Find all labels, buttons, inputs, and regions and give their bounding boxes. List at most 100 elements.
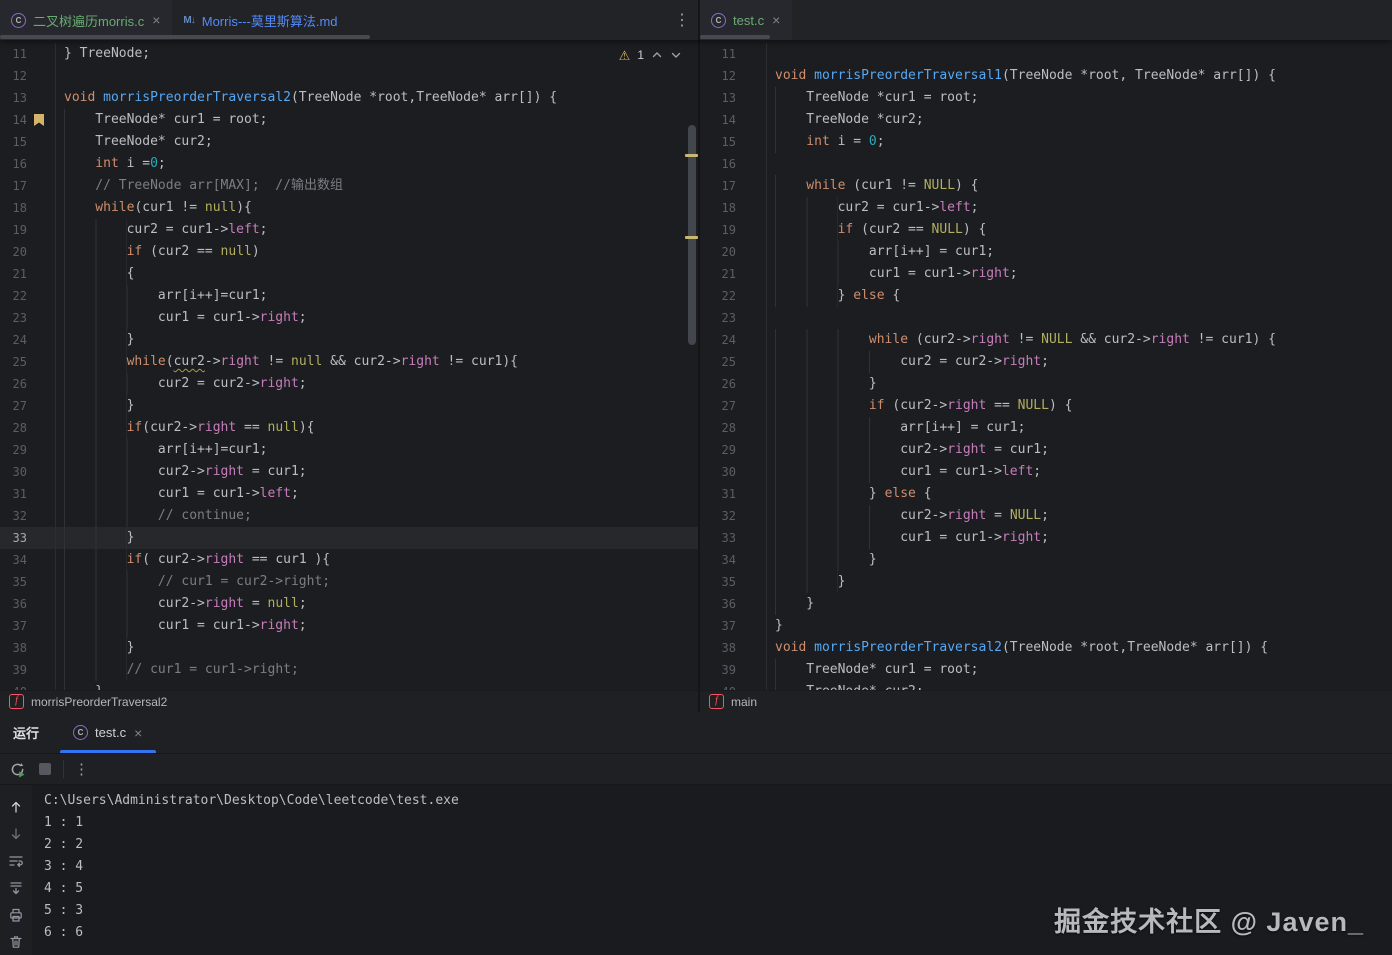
line-number[interactable]: 16	[0, 153, 27, 175]
code-line[interactable]: 16int i =0;	[0, 153, 698, 175]
code-line[interactable]: 37}	[700, 615, 1392, 637]
line-number[interactable]: 19	[0, 219, 27, 241]
line-number[interactable]: 13	[700, 87, 736, 109]
code-line[interactable]: 29cur2->right = cur1;	[700, 439, 1392, 461]
line-number[interactable]: 19	[700, 219, 736, 241]
more-icon[interactable]: ⋮	[74, 760, 89, 778]
close-icon[interactable]: ×	[133, 726, 143, 740]
line-number[interactable]: 18	[700, 197, 736, 219]
line-number[interactable]: 40	[700, 681, 736, 690]
code-line[interactable]: 24}	[0, 329, 698, 351]
line-number[interactable]: 37	[700, 615, 736, 637]
line-number[interactable]: 29	[700, 439, 736, 461]
code-line[interactable]: 18cur2 = cur1->left;	[700, 197, 1392, 219]
breadcrumb-right[interactable]: f main	[700, 691, 757, 712]
line-number[interactable]: 40	[0, 681, 27, 690]
line-number[interactable]: 12	[700, 65, 736, 87]
code-line[interactable]: 24while (cur2->right != NULL && cur2->ri…	[700, 329, 1392, 351]
bookmark-icon[interactable]	[33, 113, 45, 127]
code-line[interactable]: 35// cur1 = cur2->right;	[0, 571, 698, 593]
code-area-right[interactable]: 1112void morrisPreorderTraversal1(TreeNo…	[700, 40, 1392, 690]
code-line[interactable]: 38void morrisPreorderTraversal2(TreeNode…	[700, 637, 1392, 659]
code-line[interactable]: 30cur2->right = cur1;	[0, 461, 698, 483]
line-number[interactable]: 11	[0, 43, 27, 65]
code-line[interactable]: 40TreeNode* cur2;	[700, 681, 1392, 690]
code-line[interactable]: 12	[0, 65, 698, 87]
close-icon[interactable]: ×	[771, 13, 781, 27]
line-number[interactable]: 35	[0, 571, 27, 593]
code-line[interactable]: 34}	[700, 549, 1392, 571]
code-line[interactable]: 18while(cur1 != null){	[0, 197, 698, 219]
code-line[interactable]: 21{	[0, 263, 698, 285]
line-number[interactable]: 38	[700, 637, 736, 659]
line-number[interactable]: 14	[0, 109, 27, 131]
tab-scrollbar[interactable]	[0, 35, 370, 39]
code-line[interactable]: 22} else {	[700, 285, 1392, 307]
line-number[interactable]: 23	[700, 307, 736, 329]
line-number[interactable]: 20	[0, 241, 27, 263]
code-line[interactable]: 26cur2 = cur2->right;	[0, 373, 698, 395]
code-line[interactable]: 22arr[i++]=cur1;	[0, 285, 698, 307]
line-number[interactable]: 25	[700, 351, 736, 373]
code-line[interactable]: 11} TreeNode;	[0, 43, 698, 65]
code-line[interactable]: 34if( cur2->right == cur1 ){	[0, 549, 698, 571]
line-number[interactable]: 30	[0, 461, 27, 483]
print-icon[interactable]	[8, 907, 24, 923]
code-line[interactable]: 39TreeNode* cur1 = root;	[700, 659, 1392, 681]
more-icon[interactable]: ⋮	[674, 10, 690, 30]
code-line[interactable]: 13TreeNode *cur1 = root;	[700, 87, 1392, 109]
line-number[interactable]: 26	[0, 373, 27, 395]
inspection-widget[interactable]: ⚠ 1	[619, 48, 682, 62]
code-line[interactable]: 31cur1 = cur1->left;	[0, 483, 698, 505]
breadcrumb-left[interactable]: f morrisPreorderTraversal2	[0, 691, 700, 712]
code-line[interactable]: 20if (cur2 == null)	[0, 241, 698, 263]
line-number[interactable]: 37	[0, 615, 27, 637]
code-line[interactable]: 11	[700, 43, 1392, 65]
line-number[interactable]: 32	[700, 505, 736, 527]
line-number[interactable]: 22	[700, 285, 736, 307]
code-line[interactable]: 13void morrisPreorderTraversal2(TreeNode…	[0, 87, 698, 109]
code-line[interactable]: 30cur1 = cur1->left;	[700, 461, 1392, 483]
code-area-left[interactable]: 11} TreeNode;1213void morrisPreorderTrav…	[0, 40, 698, 690]
code-line[interactable]: 40}	[0, 681, 698, 690]
code-line[interactable]: 19if (cur2 == NULL) {	[700, 219, 1392, 241]
line-number[interactable]: 16	[700, 153, 736, 175]
code-line[interactable]: 32cur2->right = NULL;	[700, 505, 1392, 527]
line-number[interactable]: 24	[700, 329, 736, 351]
editor-pane-right[interactable]: 1112void morrisPreorderTraversal1(TreeNo…	[700, 40, 1392, 690]
line-number[interactable]: 17	[0, 175, 27, 197]
chevron-down-icon[interactable]	[670, 49, 682, 61]
line-number[interactable]: 15	[0, 131, 27, 153]
line-number[interactable]: 38	[0, 637, 27, 659]
line-number[interactable]: 12	[0, 65, 27, 87]
code-line[interactable]: 15TreeNode* cur2;	[0, 131, 698, 153]
code-line[interactable]: 25cur2 = cur2->right;	[700, 351, 1392, 373]
line-number[interactable]: 11	[700, 43, 736, 65]
line-number[interactable]: 23	[0, 307, 27, 329]
code-line[interactable]: 14TreeNode *cur2;	[700, 109, 1392, 131]
line-number[interactable]: 33	[700, 527, 736, 549]
code-line[interactable]: 20arr[i++] = cur1;	[700, 241, 1392, 263]
code-line[interactable]: 16	[700, 153, 1392, 175]
code-line[interactable]: 23cur1 = cur1->right;	[0, 307, 698, 329]
gutter-bookmark[interactable]	[27, 109, 56, 131]
line-number[interactable]: 28	[0, 417, 27, 439]
line-number[interactable]: 27	[700, 395, 736, 417]
line-number[interactable]: 29	[0, 439, 27, 461]
line-number[interactable]: 36	[0, 593, 27, 615]
line-number[interactable]: 39	[0, 659, 27, 681]
code-line[interactable]: 15int i = 0;	[700, 131, 1392, 153]
rerun-button[interactable]	[9, 761, 26, 778]
line-number[interactable]: 20	[700, 241, 736, 263]
line-number[interactable]: 21	[700, 263, 736, 285]
soft-wrap-icon[interactable]	[8, 853, 24, 869]
warning-stripe-mark[interactable]	[685, 236, 698, 239]
code-line[interactable]: 28if(cur2->right == null){	[0, 417, 698, 439]
scroll-to-end-icon[interactable]	[8, 880, 24, 896]
code-line[interactable]: 17while (cur1 != NULL) {	[700, 175, 1392, 197]
line-number[interactable]: 30	[700, 461, 736, 483]
code-line[interactable]: 33}	[0, 527, 698, 549]
line-number[interactable]: 28	[700, 417, 736, 439]
code-line[interactable]: 31} else {	[700, 483, 1392, 505]
code-line[interactable]: 37cur1 = cur1->right;	[0, 615, 698, 637]
